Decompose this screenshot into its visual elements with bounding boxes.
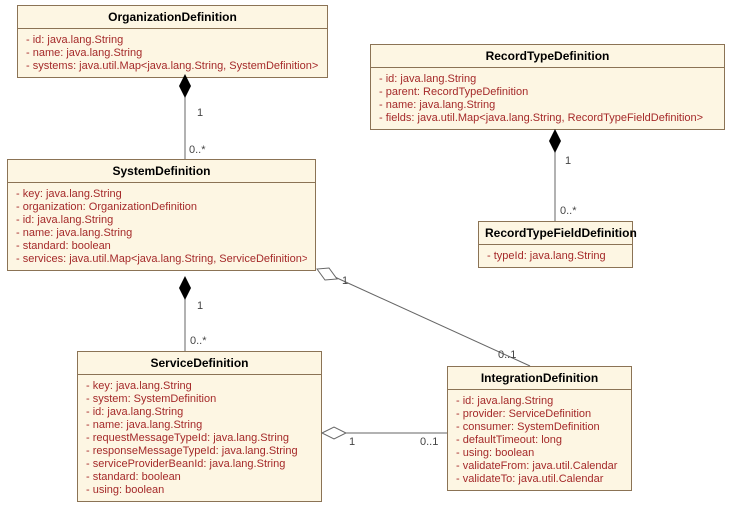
class-title: OrganizationDefinition (18, 6, 327, 29)
attribute: organization: OrganizationDefinition (16, 201, 307, 213)
uml-class-diagram: OrganizationDefinition id: java.lang.Str… (0, 0, 736, 528)
attribute: consumer: SystemDefinition (456, 421, 623, 433)
attribute: defaultTimeout: long (456, 434, 623, 446)
attribute: name: java.lang.String (86, 419, 313, 431)
multiplicity: 0..* (189, 144, 206, 156)
class-attributes: typeId: java.lang.String (479, 245, 632, 267)
attribute: id: java.lang.String (16, 214, 307, 226)
attribute: name: java.lang.String (26, 47, 319, 59)
class-integration-definition: IntegrationDefinition id: java.lang.Stri… (447, 366, 632, 491)
class-record-type-field-definition: RecordTypeFieldDefinition typeId: java.l… (478, 221, 633, 268)
class-title: RecordTypeFieldDefinition (479, 222, 632, 245)
class-record-type-definition: RecordTypeDefinition id: java.lang.Strin… (370, 44, 725, 130)
class-attributes: key: java.lang.String organization: Orga… (8, 183, 315, 270)
attribute: standard: boolean (16, 240, 307, 252)
class-system-definition: SystemDefinition key: java.lang.String o… (7, 159, 316, 271)
attribute: requestMessageTypeId: java.lang.String (86, 432, 313, 444)
multiplicity: 0..* (560, 205, 577, 217)
class-attributes: id: java.lang.String parent: RecordTypeD… (371, 68, 724, 129)
class-title: ServiceDefinition (78, 352, 321, 375)
attribute: key: java.lang.String (86, 380, 313, 392)
attribute: provider: ServiceDefinition (456, 408, 623, 420)
attribute: using: boolean (86, 484, 313, 496)
multiplicity: 0..1 (420, 436, 438, 448)
class-title: SystemDefinition (8, 160, 315, 183)
attribute: id: java.lang.String (379, 73, 716, 85)
class-title: RecordTypeDefinition (371, 45, 724, 68)
attribute: validateTo: java.util.Calendar (456, 473, 623, 485)
attribute: using: boolean (456, 447, 623, 459)
attribute: systems: java.util.Map<java.lang.String,… (26, 60, 319, 72)
multiplicity: 1 (197, 107, 203, 119)
class-service-definition: ServiceDefinition key: java.lang.String … (77, 351, 322, 502)
class-title: IntegrationDefinition (448, 367, 631, 390)
attribute: typeId: java.lang.String (487, 250, 624, 262)
attribute: services: java.util.Map<java.lang.String… (16, 253, 307, 265)
multiplicity: 1 (565, 155, 571, 167)
attribute: id: java.lang.String (86, 406, 313, 418)
multiplicity: 1 (197, 300, 203, 312)
attribute: id: java.lang.String (26, 34, 319, 46)
multiplicity: 1 (349, 436, 355, 448)
attribute: parent: RecordTypeDefinition (379, 86, 716, 98)
attribute: name: java.lang.String (379, 99, 716, 111)
class-attributes: id: java.lang.String name: java.lang.Str… (18, 29, 327, 77)
class-organization-definition: OrganizationDefinition id: java.lang.Str… (17, 5, 328, 78)
multiplicity: 0..* (190, 335, 207, 347)
multiplicity: 1 (342, 275, 348, 287)
attribute: validateFrom: java.util.Calendar (456, 460, 623, 472)
class-attributes: key: java.lang.String system: SystemDefi… (78, 375, 321, 501)
attribute: standard: boolean (86, 471, 313, 483)
attribute: name: java.lang.String (16, 227, 307, 239)
attribute: responseMessageTypeId: java.lang.String (86, 445, 313, 457)
attribute: key: java.lang.String (16, 188, 307, 200)
class-attributes: id: java.lang.String provider: ServiceDe… (448, 390, 631, 490)
attribute: system: SystemDefinition (86, 393, 313, 405)
multiplicity: 0..1 (498, 349, 516, 361)
attribute: serviceProviderBeanId: java.lang.String (86, 458, 313, 470)
attribute: fields: java.util.Map<java.lang.String, … (379, 112, 716, 124)
attribute: id: java.lang.String (456, 395, 623, 407)
